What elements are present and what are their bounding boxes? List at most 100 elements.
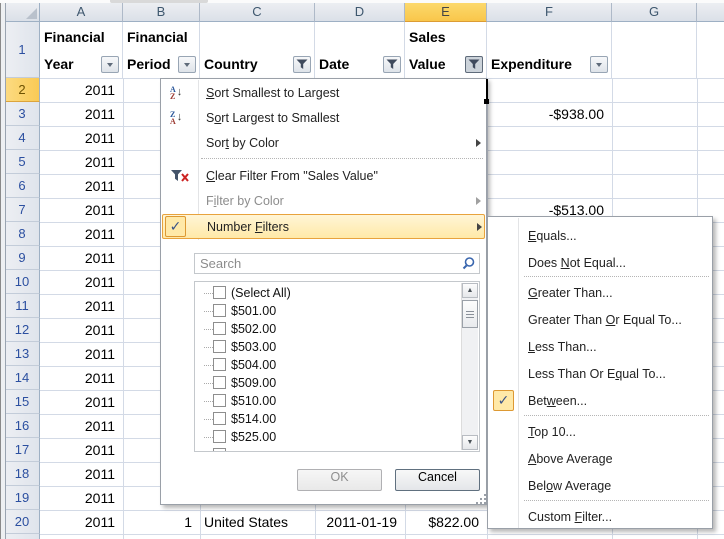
header-cell-expenditure[interactable]: Expenditure [487, 22, 612, 78]
menu-item-top-10[interactable]: Top 10... [489, 419, 712, 445]
cell-E20[interactable]: $822.00 [405, 510, 487, 534]
cell-A6[interactable]: 2011 [40, 174, 123, 198]
row-header-17[interactable]: 17 [5, 438, 40, 462]
column-header-F[interactable]: F [487, 3, 612, 22]
column-header-C[interactable]: C [200, 3, 315, 22]
column-header-D[interactable]: D [315, 3, 405, 22]
search-icon[interactable] [461, 256, 476, 271]
checkbox[interactable] [213, 376, 226, 389]
checkbox[interactable] [213, 286, 226, 299]
checkbox[interactable] [213, 394, 226, 407]
list-item-value[interactable]: $503.00 [195, 338, 460, 356]
select-all-corner[interactable] [5, 3, 40, 22]
cell-A4[interactable]: 2011 [40, 126, 123, 150]
header-cell-country[interactable]: Country [200, 22, 315, 78]
cell-D20[interactable]: 2011-01-19 [315, 510, 405, 534]
cell-A14[interactable]: 2011 [40, 366, 123, 390]
row-header-18[interactable]: 18 [5, 462, 40, 486]
menu-item-above-average[interactable]: Above Average [489, 446, 712, 472]
menu-item-custom-filter[interactable]: Custom Filter... [489, 504, 712, 530]
row-header-16[interactable]: 16 [5, 414, 40, 438]
row-header-11[interactable]: 11 [5, 294, 40, 318]
cell-F3[interactable]: -$938.00 [487, 102, 612, 126]
row-header-8[interactable]: 8 [5, 222, 40, 246]
column-header-E[interactable]: E [405, 3, 487, 22]
menu-item-sort-smallest-to-largest[interactable]: Sort Smallest to LargestAZ↓ [162, 80, 486, 105]
filter-button-financial-year[interactable] [101, 56, 119, 73]
row-header-15[interactable]: 15 [5, 390, 40, 414]
list-item-value[interactable]: (Select All) [195, 284, 460, 302]
filter-button-date[interactable] [383, 56, 401, 73]
header-cell-g[interactable] [612, 22, 697, 78]
cell-A12[interactable]: 2011 [40, 318, 123, 342]
row-header-20[interactable]: 20 [5, 510, 40, 534]
cancel-button[interactable]: Cancel [395, 469, 480, 491]
menu-item-sort-by-color[interactable]: Sort by Color [162, 130, 486, 155]
resize-grip[interactable] [474, 493, 486, 504]
list-item-value[interactable]: $510.00 [195, 392, 460, 410]
cell-A13[interactable]: 2011 [40, 342, 123, 366]
cell-A15[interactable]: 2011 [40, 390, 123, 414]
header-cell-date[interactable]: Date [315, 22, 405, 78]
row-header-14[interactable]: 14 [5, 366, 40, 390]
column-header-G[interactable]: G [612, 3, 697, 22]
cell-A19[interactable]: 2011 [40, 486, 123, 510]
row-header-3[interactable]: 3 [5, 102, 40, 126]
cell-A20[interactable]: 2011 [40, 510, 123, 534]
checkbox[interactable] [213, 412, 226, 425]
row-header-19[interactable]: 19 [5, 486, 40, 510]
list-item-value[interactable]: $525.00 [195, 428, 460, 446]
scroll-down-button[interactable]: ▼ [462, 435, 478, 450]
menu-item-filter-by-color[interactable]: Filter by Color [162, 188, 486, 213]
cell-B20[interactable]: 1 [123, 510, 200, 534]
search-input[interactable] [195, 254, 462, 273]
list-item-value[interactable]: $502.00 [195, 320, 460, 338]
checkbox[interactable] [213, 430, 226, 443]
column-header-B[interactable]: B [123, 3, 200, 22]
cell-C20[interactable]: United States [200, 510, 315, 534]
menu-item-below-average[interactable]: Below Average [489, 473, 712, 499]
filter-button-expenditure[interactable] [590, 56, 608, 73]
list-item-value[interactable]: $501.00 [195, 302, 460, 320]
row-header-2[interactable]: 2 [5, 78, 40, 102]
row-header-6[interactable]: 6 [5, 174, 40, 198]
row-header-1[interactable]: 1 [5, 22, 40, 78]
cell-A3[interactable]: 2011 [40, 102, 123, 126]
cell-A5[interactable]: 2011 [40, 150, 123, 174]
row-header-10[interactable]: 10 [5, 270, 40, 294]
filter-button-country[interactable] [293, 56, 311, 73]
cell-A9[interactable]: 2011 [40, 246, 123, 270]
ok-button[interactable]: OK [297, 469, 382, 491]
cell-A7[interactable]: 2011 [40, 198, 123, 222]
list-item-value[interactable]: $514.00 [195, 410, 460, 428]
menu-item-clear-filter[interactable]: Clear Filter From "Sales Value" [162, 163, 486, 188]
cell-A17[interactable]: 2011 [40, 438, 123, 462]
cell-A16[interactable]: 2011 [40, 414, 123, 438]
row-header-13[interactable]: 13 [5, 342, 40, 366]
checkbox[interactable] [213, 340, 226, 353]
list-item-value[interactable]: $504.00 [195, 356, 460, 374]
checkbox[interactable] [213, 358, 226, 371]
header-cell-financial-year[interactable]: Financial Year [40, 22, 123, 78]
selection-fill-handle[interactable] [484, 99, 489, 104]
menu-item-sort-largest-to-smallest[interactable]: Sort Largest to SmallestZA↓ [162, 105, 486, 130]
header-cell-sales-value[interactable]: Sales Value [405, 22, 487, 78]
filter-button-financial-period[interactable] [178, 56, 196, 73]
menu-item-number-filters[interactable]: Number Filters [162, 214, 485, 239]
list-scrollbar[interactable]: ▲ ▼ [461, 283, 478, 450]
menu-item-equals[interactable]: Equals... [489, 223, 712, 249]
row-header-12[interactable]: 12 [5, 318, 40, 342]
checkbox[interactable] [213, 304, 226, 317]
menu-item-does-not-equal[interactable]: Does Not Equal... [489, 250, 712, 276]
menu-item-less-than-or-equal-to[interactable]: Less Than Or Equal To... [489, 361, 712, 387]
menu-item-greater-than[interactable]: Greater Than... [489, 280, 712, 306]
list-item-value[interactable]: $509.00 [195, 374, 460, 392]
row-header-9[interactable]: 9 [5, 246, 40, 270]
menu-item-less-than[interactable]: Less Than... [489, 334, 712, 360]
cell-A2[interactable]: 2011 [40, 78, 123, 102]
filter-button-sales-value[interactable] [465, 56, 483, 73]
cell-A11[interactable]: 2011 [40, 294, 123, 318]
header-cell-financial-period[interactable]: Financial Period [123, 22, 200, 78]
row-header-7[interactable]: 7 [5, 198, 40, 222]
cell-A10[interactable]: 2011 [40, 270, 123, 294]
